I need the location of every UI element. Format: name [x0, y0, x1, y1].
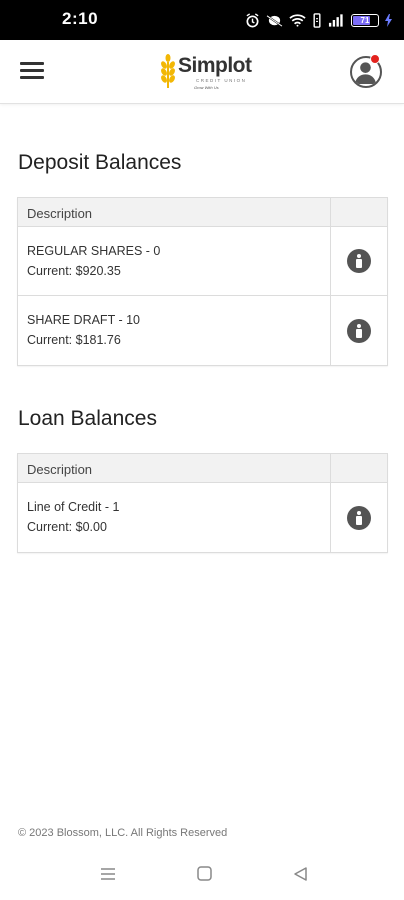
status-bar: 2:10 71	[0, 0, 404, 40]
account-current-balance: Current: $0.00	[27, 520, 107, 534]
table-header: Description	[18, 198, 387, 227]
recent-apps-icon[interactable]	[100, 866, 116, 882]
row-action	[331, 296, 387, 365]
account-name: REGULAR SHARES - 0	[27, 244, 161, 258]
column-header-description: Description	[18, 454, 331, 482]
status-time: 2:10	[62, 9, 99, 28]
battery-level: 71	[360, 15, 370, 25]
battery-icon: 71	[351, 13, 379, 27]
notification-badge	[370, 54, 380, 64]
system-nav-bar	[0, 856, 404, 900]
app-header: Simplot CREDIT UNION Grow With Us	[0, 40, 404, 104]
back-icon[interactable]	[293, 866, 308, 882]
column-header-action	[331, 198, 387, 226]
wheat-icon	[161, 54, 175, 88]
loan-balances-table: Description Line of Credit - 1 Current: …	[17, 453, 388, 553]
menu-line	[20, 76, 44, 79]
vibrate-icon	[313, 12, 321, 28]
menu-line	[20, 69, 44, 72]
account-name: SHARE DRAFT - 10	[27, 313, 140, 327]
row-description: REGULAR SHARES - 0 Current: $920.35	[18, 227, 331, 295]
menu-button[interactable]	[20, 62, 44, 80]
row-action	[331, 483, 387, 552]
alarm-icon	[246, 12, 259, 27]
table-header: Description	[18, 454, 387, 483]
table-row: Line of Credit - 1 Current: $0.00	[18, 483, 387, 552]
account-current-balance: Current: $920.35	[27, 264, 121, 278]
info-icon[interactable]	[347, 249, 371, 273]
column-header-action	[331, 454, 387, 482]
column-header-description: Description	[18, 198, 331, 226]
row-description: Line of Credit - 1 Current: $0.00	[18, 483, 331, 552]
brand-tagline: Grow With Us	[194, 85, 219, 90]
wifi-icon	[289, 14, 306, 27]
account-name: Line of Credit - 1	[27, 500, 120, 514]
account-current-balance: Current: $181.76	[27, 333, 121, 347]
info-icon[interactable]	[347, 318, 371, 343]
brand-subtitle: CREDIT UNION	[196, 78, 247, 83]
table-row: REGULAR SHARES - 0 Current: $920.35	[18, 227, 387, 296]
brand-logo[interactable]: Simplot CREDIT UNION Grow With Us	[160, 52, 252, 94]
home-icon[interactable]	[197, 866, 212, 881]
charging-icon	[385, 13, 392, 27]
info-icon[interactable]	[347, 505, 371, 530]
menu-line	[20, 62, 44, 65]
loan-balances-title: Loan Balances	[18, 407, 157, 430]
signal-icon	[328, 14, 343, 27]
status-icons: 71	[245, 11, 392, 29]
brand-name: Simplot	[178, 54, 252, 77]
deposit-balances-table: Description REGULAR SHARES - 0 Current: …	[17, 197, 388, 366]
row-action	[331, 227, 387, 295]
dnd-icon	[266, 14, 283, 27]
deposit-balances-title: Deposit Balances	[18, 151, 182, 174]
table-row: SHARE DRAFT - 10 Current: $181.76	[18, 296, 387, 365]
copyright-footer: © 2023 Blossom, LLC. All Rights Reserved	[18, 827, 228, 839]
row-description: SHARE DRAFT - 10 Current: $181.76	[18, 296, 331, 365]
